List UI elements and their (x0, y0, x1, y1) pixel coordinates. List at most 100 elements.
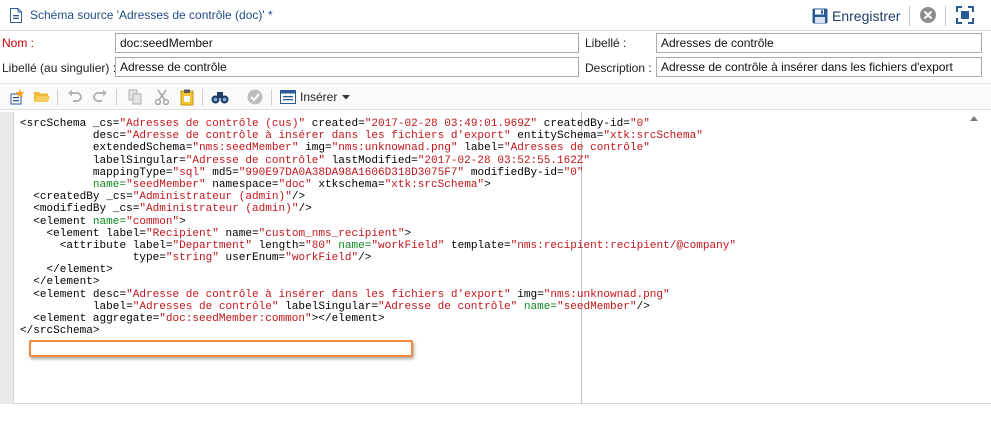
redo-icon[interactable] (91, 88, 109, 106)
code-token: </element> (20, 264, 113, 277)
save-button[interactable]: Enregistrer (812, 5, 900, 27)
find-binoculars-icon[interactable] (211, 88, 229, 106)
code-token: img= (510, 288, 544, 301)
paste-icon[interactable] (178, 88, 196, 106)
code-token: createdBy-id= (537, 118, 630, 130)
code-line: labelSingular="Adresse de contrôle" last… (20, 155, 736, 167)
code-token: modifiedBy-id= (464, 166, 564, 179)
validate-icon[interactable] (246, 88, 264, 106)
code-token: type= (20, 252, 166, 265)
code-token: /> (298, 203, 312, 216)
description-label: Description : (585, 61, 652, 75)
code-token: length= (252, 239, 306, 252)
xml-source-editor[interactable]: <srcSchema _cs= "Adresses de contrôle (cu… (0, 112, 991, 404)
code-token: label= (457, 142, 504, 155)
dropdown-arrow-icon (342, 95, 351, 100)
code-token: name= (331, 239, 372, 252)
code-line: <element aggregate="doc:seedMember:commo… (20, 313, 736, 325)
editor-gutter (0, 112, 14, 404)
insert-menu-label: Insérer (300, 90, 338, 104)
code-token: "Adresses de contrôle (cus)" (119, 118, 306, 130)
code-token: /> (636, 300, 650, 313)
code-token: labelSingular= (20, 154, 186, 167)
code-token: "0" (629, 118, 650, 130)
copy-icon[interactable] (126, 88, 144, 106)
code-token: "nms:unknownad.png" (331, 142, 458, 155)
save-button-label: Enregistrer (832, 8, 901, 24)
insert-menu-button[interactable]: Insérer (280, 88, 351, 106)
code-token: /> (358, 252, 372, 265)
code-line: <element label="Recipient" name="custom_… (20, 228, 736, 240)
code-token: <element (20, 313, 93, 325)
code-token: label= (106, 227, 146, 240)
save-disk-icon (812, 8, 828, 24)
code-token: "xtk:srcSchema" (603, 130, 703, 143)
code-token: img= (298, 142, 332, 155)
libelle-input[interactable] (656, 33, 982, 53)
code-token: _cs= (112, 203, 140, 216)
code-line: <attribute label="Department" length="80… (20, 240, 736, 252)
code-token: xtkschema= (311, 178, 385, 191)
code-token: "doc" (278, 178, 312, 191)
code-token: <srcSchema (20, 118, 93, 130)
toolbar-separator (271, 89, 272, 106)
code-token: "2017-02-28 03:49:01.969Z" (364, 118, 538, 130)
close-circle-icon[interactable] (920, 7, 936, 23)
code-token: entitySchema= (510, 130, 604, 143)
code-token: "Adresse de contrôle" (378, 300, 518, 313)
code-token: "nms:unknownad.png" (543, 288, 670, 301)
code-token: "Administrateur (admin)" (132, 191, 292, 204)
toolbar-separator (202, 89, 203, 106)
toolbar-separator (57, 89, 58, 106)
code-token: "workField" (371, 239, 445, 252)
name-input[interactable] (115, 33, 579, 53)
code-token: <element (20, 227, 107, 240)
code-line: desc="Adresse de contrôle à insérer dans… (20, 130, 736, 142)
code-token: "custom_nms_recipient" (258, 227, 405, 240)
code-token: labelSingular= (278, 300, 378, 313)
code-token: <element (20, 215, 93, 228)
code-line: mappingType="sql" md5="990E97DA0A38DA98A… (20, 167, 736, 179)
singular-input[interactable] (115, 57, 579, 77)
xml-code[interactable]: <srcSchema _cs= "Adresses de contrôle (cu… (20, 118, 736, 337)
code-token: template= (444, 239, 511, 252)
code-token: "seedMember" (557, 300, 637, 313)
code-token: "workField" (285, 252, 359, 265)
code-line: </element> (20, 264, 736, 276)
name-label: Nom : (2, 36, 35, 50)
code-token: "Adresse de contrôle à insérer dans les … (126, 288, 511, 301)
code-token: "990E97DA0A38DA98A1606D318D3075F7" (238, 166, 465, 179)
libelle-label: Libellé : (585, 36, 627, 50)
code-token: label= (20, 300, 133, 313)
code-token: </srcSchema> (20, 325, 100, 338)
code-token: desc= (92, 288, 127, 301)
code-token: created= (305, 118, 365, 130)
code-line: type="string" userEnum="workField"/> (20, 252, 736, 264)
code-token: name= (20, 178, 127, 191)
highlight-box (29, 340, 413, 357)
code-token: label= (132, 239, 173, 252)
open-folder-icon[interactable] (33, 88, 51, 106)
code-line: name="seedMember" namespace="doc" xtksch… (20, 179, 736, 191)
code-line: <modifiedBy _cs="Administrateur (admin)"… (20, 203, 736, 215)
code-token: name= (92, 215, 127, 228)
code-token: name= (517, 300, 557, 313)
window-title: Schéma source 'Adresses de contrôle (doc… (30, 8, 273, 22)
undo-icon[interactable] (66, 88, 84, 106)
window-titlebar: Schéma source 'Adresses de contrôle (doc… (0, 0, 991, 31)
description-input[interactable] (656, 57, 982, 77)
cut-icon[interactable] (153, 88, 171, 106)
code-token: mappingType= (20, 166, 173, 179)
code-token: name= (218, 227, 259, 240)
code-token: <element (20, 288, 93, 301)
editor-toolbar: Insérer (0, 83, 991, 110)
code-token: "Adresses de contrôle" (132, 300, 279, 313)
code-token: "Adresses de contrôle" (503, 142, 650, 155)
scroll-up-arrow-icon[interactable] (970, 116, 978, 121)
toolbar-separator (116, 89, 117, 106)
maximize-icon[interactable] (956, 6, 974, 24)
code-token: /> (291, 191, 306, 204)
code-token: desc= (20, 130, 127, 143)
code-token: md5= (205, 166, 239, 179)
new-element-icon[interactable] (8, 88, 26, 106)
